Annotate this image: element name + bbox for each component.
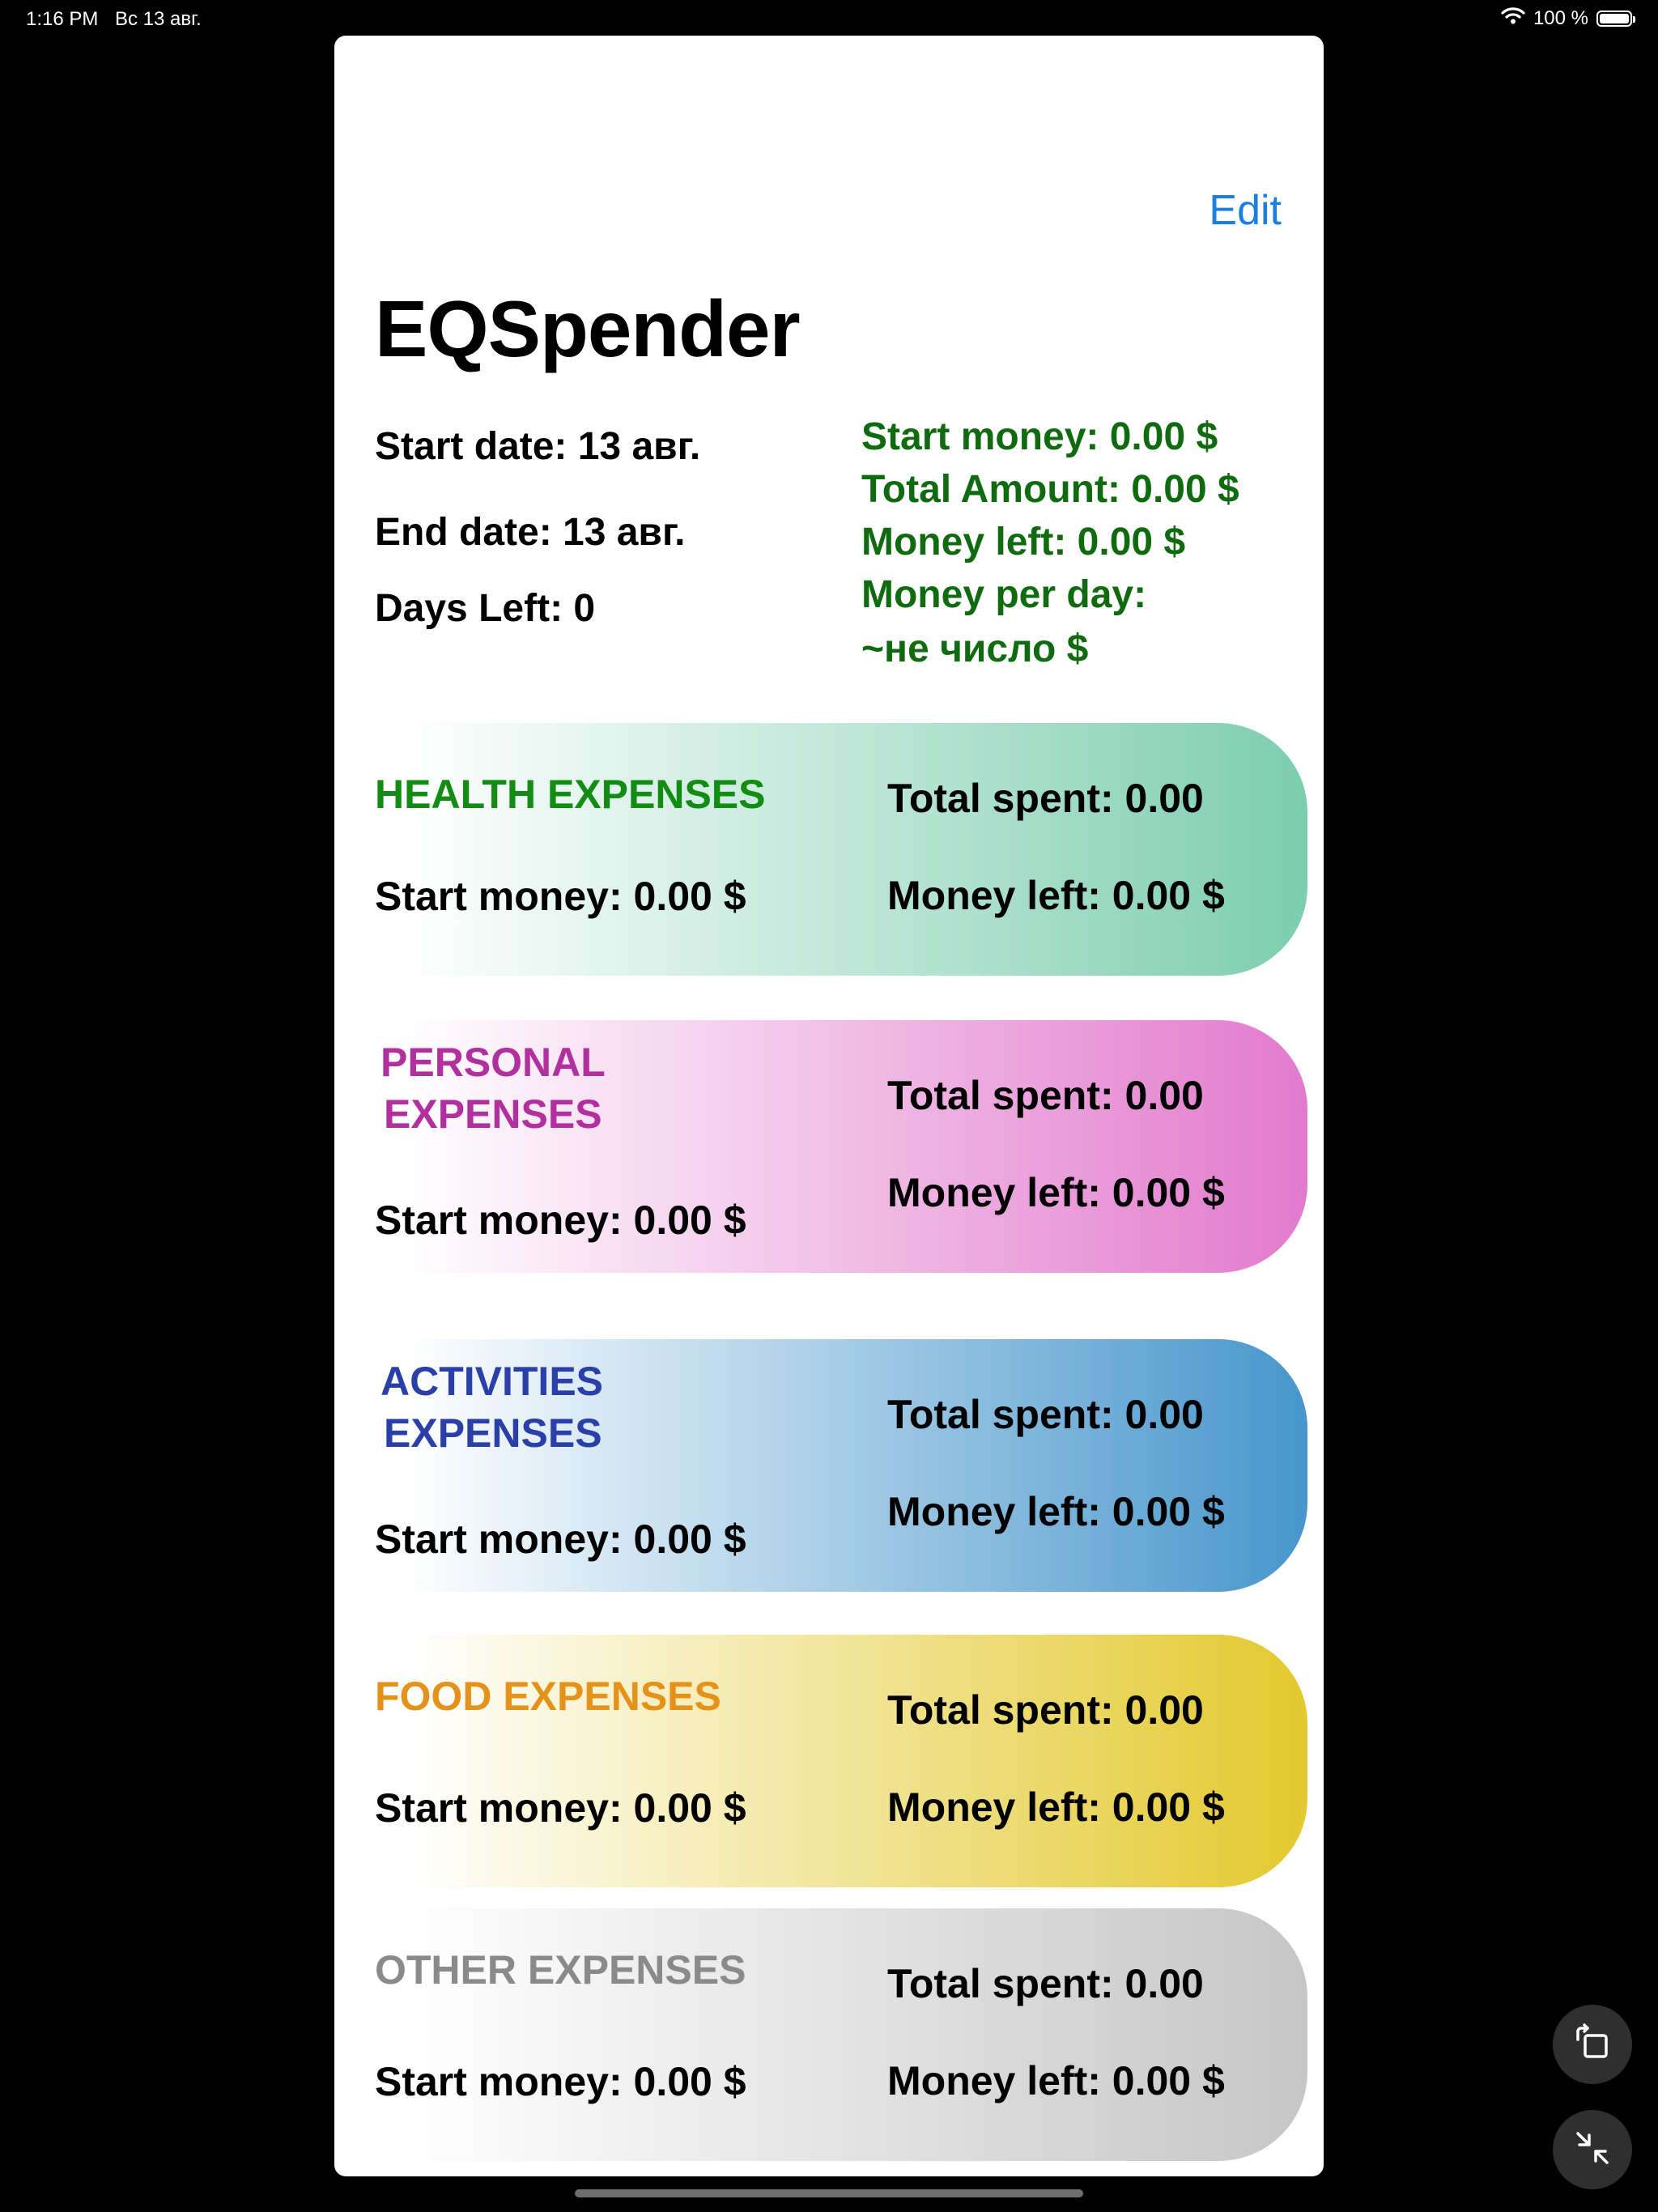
- category-start-money: Start money: 0.00 $: [375, 1785, 746, 1831]
- category-title: OTHER EXPENSES: [375, 1947, 746, 1993]
- battery-icon: [1596, 10, 1635, 27]
- category-card-personal[interactable]: PERSONAL EXPENSES Start money: 0.00 $ Tot…: [334, 1020, 1307, 1273]
- category-money-left: Money left: 0.00 $: [887, 873, 1225, 918]
- category-card-other[interactable]: OTHER EXPENSES Start money: 0.00 $ Total…: [334, 1908, 1307, 2161]
- category-money-left: Money left: 0.00 $: [887, 1170, 1225, 1215]
- category-card-health[interactable]: HEALTH EXPENSES Start money: 0.00 $ Tota…: [334, 723, 1307, 976]
- app-sheet: Edit EQSpender Start date: 13 авг. End d…: [334, 36, 1324, 2176]
- category-title: PERSONAL EXPENSES: [380, 1040, 606, 1137]
- category-money-left: Money left: 0.00 $: [887, 1489, 1225, 1534]
- summary-start-money: Start money: 0.00 $: [861, 415, 1218, 458]
- category-total-spent: Total spent: 0.00: [887, 1392, 1204, 1437]
- summary-money-per-day-label: Money per day:: [861, 573, 1147, 616]
- category-card-activities[interactable]: ACTIVITIES EXPENSES Start money: 0.00 $ T…: [334, 1339, 1307, 1592]
- category-total-spent: Total spent: 0.00: [887, 776, 1204, 821]
- category-start-money: Start money: 0.00 $: [375, 1197, 746, 1243]
- category-title: ACTIVITIES EXPENSES: [380, 1359, 604, 1456]
- category-total-spent: Total spent: 0.00: [887, 1961, 1204, 2006]
- start-date: Start date: 13 авг.: [375, 425, 701, 468]
- edit-button[interactable]: Edit: [1209, 186, 1282, 235]
- battery-percent: 100 %: [1533, 6, 1588, 29]
- end-date: End date: 13 авг.: [375, 511, 686, 554]
- status-date: Вс 13 авг.: [115, 8, 202, 30]
- summary-total-amount: Total Amount: 0.00 $: [861, 468, 1239, 511]
- category-start-money: Start money: 0.00 $: [375, 2059, 746, 2104]
- status-right: 100 %: [1501, 6, 1635, 30]
- days-left: Days Left: 0: [375, 587, 596, 630]
- summary-money-per-day-value: ~не число $: [861, 627, 1089, 670]
- category-start-money: Start money: 0.00 $: [375, 874, 746, 919]
- collapse-button[interactable]: [1553, 2110, 1632, 2189]
- rotate-button[interactable]: [1553, 2005, 1632, 2084]
- category-money-left: Money left: 0.00 $: [887, 1784, 1225, 1830]
- category-money-left: Money left: 0.00 $: [887, 2058, 1225, 2104]
- summary-money-left: Money left: 0.00 $: [861, 521, 1186, 564]
- status-time: 1:16 PM: [26, 8, 99, 30]
- status-bar: 1:16 PM Вс 13 авг. 100 %: [0, 0, 1658, 39]
- category-title: FOOD EXPENSES: [375, 1674, 721, 1719]
- category-total-spent: Total spent: 0.00: [887, 1687, 1204, 1733]
- wifi-icon: [1501, 6, 1525, 30]
- category-title: HEALTH EXPENSES: [375, 772, 766, 817]
- collapse-icon: [1571, 2127, 1613, 2173]
- rotate-icon: [1571, 2022, 1613, 2068]
- category-total-spent: Total spent: 0.00: [887, 1073, 1204, 1118]
- category-card-food[interactable]: FOOD EXPENSES Start money: 0.00 $ Total …: [334, 1635, 1307, 1887]
- home-indicator[interactable]: [575, 2189, 1083, 2197]
- page-title: EQSpender: [375, 284, 801, 373]
- category-start-money: Start money: 0.00 $: [375, 1516, 746, 1562]
